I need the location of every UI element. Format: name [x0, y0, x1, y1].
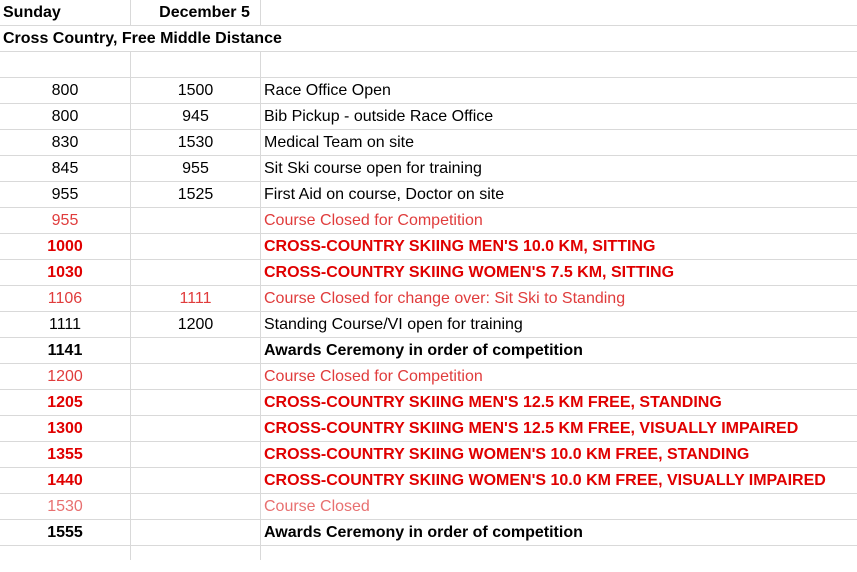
event-cell[interactable]: Medical Team on site — [261, 130, 857, 155]
end-time-cell[interactable] — [131, 442, 260, 467]
end-time-cell[interactable] — [131, 494, 260, 519]
end-time-cell[interactable]: 945 — [131, 104, 260, 129]
start-time-cell[interactable]: 1141 — [0, 338, 130, 363]
spreadsheet-grid: Sunday December 5 Cross Country, Free Mi… — [0, 0, 857, 560]
schedule-row: 1000 CROSS-COUNTRY SKIING MEN'S 10.0 KM, … — [0, 234, 857, 260]
schedule-row: 1355 CROSS-COUNTRY SKIING WOMEN'S 10.0 KM… — [0, 442, 857, 468]
schedule-row: 1106 1111 Course Closed for change over: S… — [0, 286, 857, 312]
event-cell[interactable]: CROSS-COUNTRY SKIING WOMEN'S 10.0 KM FRE… — [261, 442, 857, 467]
end-time-cell[interactable] — [131, 208, 260, 233]
schedule-row: 845 955 Sit Ski course open for training — [0, 156, 857, 182]
schedule-row: 1111 1200 Standing Course/VI open for trai… — [0, 312, 857, 338]
end-time-cell[interactable] — [131, 390, 260, 415]
start-time-cell[interactable]: 1530 — [0, 494, 130, 519]
start-time-cell[interactable]: 1440 — [0, 468, 130, 493]
start-time-cell[interactable]: 1355 — [0, 442, 130, 467]
start-time-cell[interactable]: 800 — [0, 78, 130, 103]
start-time-cell[interactable]: 1300 — [0, 416, 130, 441]
schedule-row: 1200 Course Closed for Competition — [0, 364, 857, 390]
start-time-cell[interactable]: 1205 — [0, 390, 130, 415]
event-cell[interactable]: Course Closed for change over: Sit Ski t… — [261, 286, 857, 311]
end-time-cell[interactable]: 1111 — [131, 286, 260, 311]
event-cell[interactable]: Bib Pickup - outside Race Office — [261, 104, 857, 129]
event-cell[interactable]: CROSS-COUNTRY SKIING MEN'S 10.0 KM, SITT… — [261, 234, 857, 259]
event-cell[interactable]: CROSS-COUNTRY SKIING WOMEN'S 10.0 KM FRE… — [261, 468, 857, 493]
start-time-cell[interactable]: 955 — [0, 208, 130, 233]
event-cell[interactable]: CROSS-COUNTRY SKIING MEN'S 12.5 KM FREE,… — [261, 390, 857, 415]
start-time-cell[interactable]: 1555 — [0, 520, 130, 545]
start-time-cell[interactable]: 1000 — [0, 234, 130, 259]
day-cell[interactable]: Sunday — [0, 0, 130, 25]
end-time-cell[interactable]: 1200 — [131, 312, 260, 337]
end-time-cell[interactable] — [131, 468, 260, 493]
end-time-cell[interactable]: 955 — [131, 156, 260, 181]
schedule-row: 800 945 Bib Pickup - outside Race Office — [0, 104, 857, 130]
event-cell[interactable]: Awards Ceremony in order of competition — [261, 338, 857, 363]
start-time-cell[interactable]: 955 — [0, 182, 130, 207]
event-cell[interactable]: Course Closed for Competition — [261, 364, 857, 389]
empty-row — [0, 52, 857, 78]
header-row: Sunday December 5 — [0, 0, 857, 26]
end-time-cell[interactable] — [131, 520, 260, 545]
event-cell[interactable]: Awards Ceremony in order of competition — [261, 520, 857, 545]
start-time-cell[interactable]: 1106 — [0, 286, 130, 311]
end-time-cell[interactable]: 1525 — [131, 182, 260, 207]
event-cell[interactable]: Course Closed — [261, 494, 857, 519]
start-time-cell[interactable]: 800 — [0, 104, 130, 129]
event-cell[interactable]: Standing Course/VI open for training — [261, 312, 857, 337]
event-cell[interactable]: Course Closed for Competition — [261, 208, 857, 233]
end-time-cell[interactable]: 1530 — [131, 130, 260, 155]
end-time-cell[interactable] — [131, 364, 260, 389]
empty-row — [0, 546, 857, 572]
schedule-row: 955 Course Closed for Competition — [0, 208, 857, 234]
schedule-row: 1205 CROSS-COUNTRY SKIING MEN'S 12.5 KM F… — [0, 390, 857, 416]
date-cell[interactable]: December 5 — [140, 0, 269, 25]
schedule-row: 1440 CROSS-COUNTRY SKIING WOMEN'S 10.0 KM… — [0, 468, 857, 494]
schedule-row: 955 1525 First Aid on course, Doctor on si… — [0, 182, 857, 208]
schedule-row: 830 1530 Medical Team on site — [0, 130, 857, 156]
end-time-cell[interactable] — [131, 260, 260, 285]
start-time-cell[interactable]: 1200 — [0, 364, 130, 389]
event-cell[interactable]: Race Office Open — [261, 78, 857, 103]
schedule-row: 1141 Awards Ceremony in order of competit… — [0, 338, 857, 364]
schedule-row: 1530 Course Closed — [0, 494, 857, 520]
end-time-cell[interactable] — [131, 234, 260, 259]
end-time-cell[interactable]: 1500 — [131, 78, 260, 103]
start-time-cell[interactable]: 845 — [0, 156, 130, 181]
start-time-cell[interactable]: 830 — [0, 130, 130, 155]
schedule-row: 1300 CROSS-COUNTRY SKIING MEN'S 12.5 KM F… — [0, 416, 857, 442]
subtitle-row: Cross Country, Free Middle Distance — [0, 26, 857, 52]
start-time-cell[interactable]: 1111 — [0, 312, 130, 337]
schedule-row: 1030 CROSS-COUNTRY SKIING WOMEN'S 7.5 KM,… — [0, 260, 857, 286]
empty-cell[interactable] — [0, 52, 130, 77]
event-cell[interactable]: CROSS-COUNTRY SKIING MEN'S 12.5 KM FREE,… — [261, 416, 857, 441]
event-cell[interactable]: Sit Ski course open for training — [261, 156, 857, 181]
schedule-row: 800 1500 Race Office Open — [0, 78, 857, 104]
schedule-row: 1555 Awards Ceremony in order of competit… — [0, 520, 857, 546]
event-cell[interactable]: First Aid on course, Doctor on site — [261, 182, 857, 207]
end-time-cell[interactable] — [131, 338, 260, 363]
end-time-cell[interactable] — [131, 416, 260, 441]
subtitle-cell[interactable]: Cross Country, Free Middle Distance — [0, 26, 600, 51]
start-time-cell[interactable]: 1030 — [0, 260, 130, 285]
event-cell[interactable]: CROSS-COUNTRY SKIING WOMEN'S 7.5 KM, SIT… — [261, 260, 857, 285]
